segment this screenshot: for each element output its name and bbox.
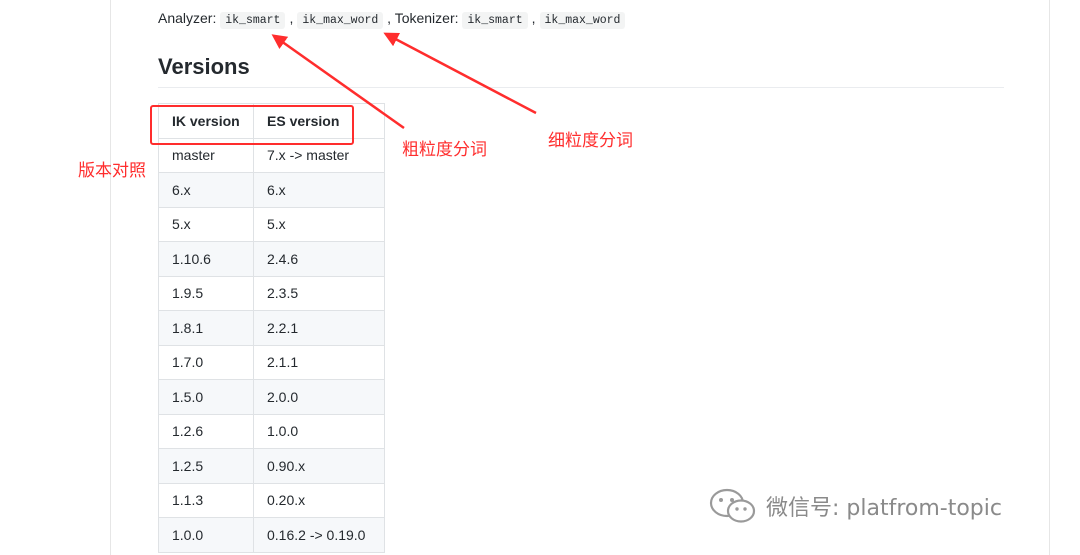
- table-row: 1.7.0 2.1.1: [158, 344, 385, 380]
- code-tokenizer-ik-max-word: ik_max_word: [539, 12, 626, 29]
- separator: ,: [289, 10, 294, 26]
- table-row: 1.1.3 0.20.x: [158, 482, 385, 518]
- ik-version-cell: 1.10.6: [158, 241, 254, 277]
- ik-version-cell: 1.2.6: [158, 413, 254, 449]
- es-version-cell: 1.0.0: [253, 413, 385, 449]
- page: Analyzer: ik_smart, ik_max_word , Tokeniz…: [0, 0, 1080, 555]
- table-row: 1.10.6 2.4.6: [158, 241, 385, 277]
- separator: ,: [531, 10, 536, 26]
- annotation-version-compare: 版本对照: [78, 161, 146, 181]
- es-version-cell: 2.0.0: [253, 379, 385, 415]
- es-version-cell: 2.2.1: [253, 310, 385, 346]
- ik-version-cell: 1.2.5: [158, 448, 254, 484]
- ik-version-cell: 1.1.3: [158, 482, 254, 518]
- es-version-cell: 2.3.5: [253, 275, 385, 311]
- analyzer-line: Analyzer: ik_smart, ik_max_word , Tokeniz…: [158, 8, 626, 31]
- ik-version-cell: 5.x: [158, 206, 254, 242]
- es-version-cell: 6.x: [253, 172, 385, 208]
- table-row: 6.x 6.x: [158, 172, 385, 208]
- table-row: 1.2.5 0.90.x: [158, 448, 385, 484]
- table-row: 1.5.0 2.0.0: [158, 379, 385, 415]
- wechat-icon: [709, 488, 756, 523]
- versions-table: IK version ES version master 7.x -> maste…: [158, 103, 385, 553]
- table-row: 1.8.1 2.2.1: [158, 310, 385, 346]
- table-row: 5.x 5.x: [158, 206, 385, 242]
- ik-version-cell: 6.x: [158, 172, 254, 208]
- header-highlight-box: [150, 105, 354, 145]
- watermark: 微信号: platfrom-topic: [708, 487, 1002, 525]
- code-ik-smart: ik_smart: [220, 12, 286, 29]
- ik-version-cell: 1.5.0: [158, 379, 254, 415]
- es-version-cell: 0.90.x: [253, 448, 385, 484]
- es-version-cell: 5.x: [253, 206, 385, 242]
- es-version-cell: 2.1.1: [253, 344, 385, 380]
- annotation-fine-grained: 细粒度分词: [548, 131, 633, 151]
- es-version-cell: 2.4.6: [253, 241, 385, 277]
- ik-version-cell: 1.0.0: [158, 517, 254, 553]
- es-version-cell: 0.16.2 -> 0.19.0: [253, 517, 385, 553]
- watermark-text: 微信号: platfrom-topic: [766, 496, 1002, 521]
- code-ik-max-word: ik_max_word: [297, 12, 384, 29]
- table-row: 1.0.0 0.16.2 -> 0.19.0: [158, 517, 385, 553]
- ik-version-cell: 1.7.0: [158, 344, 254, 380]
- es-version-cell: 0.20.x: [253, 482, 385, 518]
- code-tokenizer-ik-smart: ik_smart: [462, 12, 528, 29]
- analyzer-label: Analyzer:: [158, 10, 217, 26]
- annotation-coarse-grained: 粗粒度分词: [402, 140, 487, 160]
- ik-version-cell: 1.8.1: [158, 310, 254, 346]
- tokenizer-label: , Tokenizer:: [387, 10, 459, 26]
- heading-divider: [158, 87, 1004, 88]
- table-row: 1.2.6 1.0.0: [158, 413, 385, 449]
- table-row: 1.9.5 2.3.5: [158, 275, 385, 311]
- ik-version-cell: 1.9.5: [158, 275, 254, 311]
- versions-heading: Versions: [158, 54, 250, 79]
